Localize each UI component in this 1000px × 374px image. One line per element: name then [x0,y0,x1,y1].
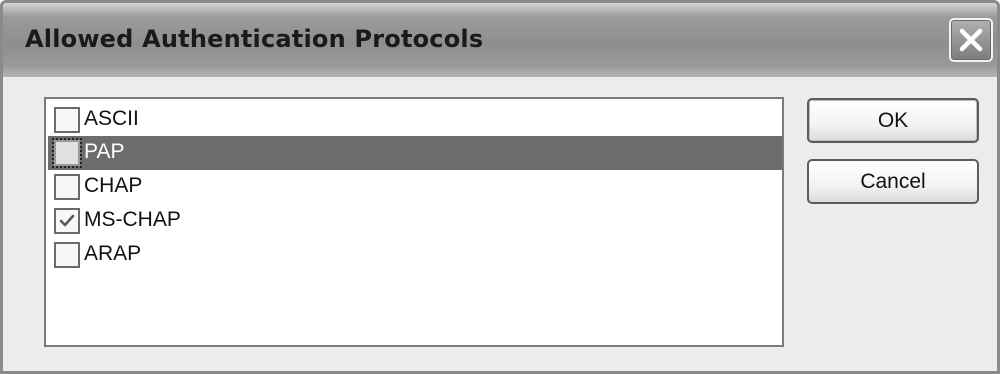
close-button[interactable] [949,18,993,62]
list-item-ms-chap[interactable]: MS-CHAP [48,204,782,238]
cancel-button[interactable]: Cancel [807,159,979,204]
close-icon [959,28,983,52]
checkbox-arap[interactable] [54,242,80,268]
protocol-list[interactable]: ASCII PAP CHAP MS-CHAP ARAP [44,97,784,347]
authentication-protocols-dialog: Allowed Authentication Protocols ASCII P… [0,0,1000,374]
list-item-label: ARAP [84,242,142,265]
checkbox-pap[interactable] [52,138,82,168]
checkbox-ascii[interactable] [54,107,80,133]
list-item-chap[interactable]: CHAP [48,170,782,204]
list-item-ascii[interactable]: ASCII [48,103,782,137]
list-item-label: CHAP [84,174,143,197]
title-bar[interactable]: Allowed Authentication Protocols [3,3,997,77]
list-item-pap[interactable]: PAP [48,136,782,170]
list-item-label: PAP [84,140,125,163]
ok-button[interactable]: OK [807,98,979,143]
list-item-label: MS-CHAP [84,208,181,231]
list-item-label: ASCII [84,107,139,130]
checkbox-ms-chap[interactable] [54,208,80,234]
checkmark-icon [59,214,75,227]
checkbox-chap[interactable] [54,174,80,200]
dialog-title: Allowed Authentication Protocols [25,25,484,53]
list-item-arap[interactable]: ARAP [48,238,782,272]
